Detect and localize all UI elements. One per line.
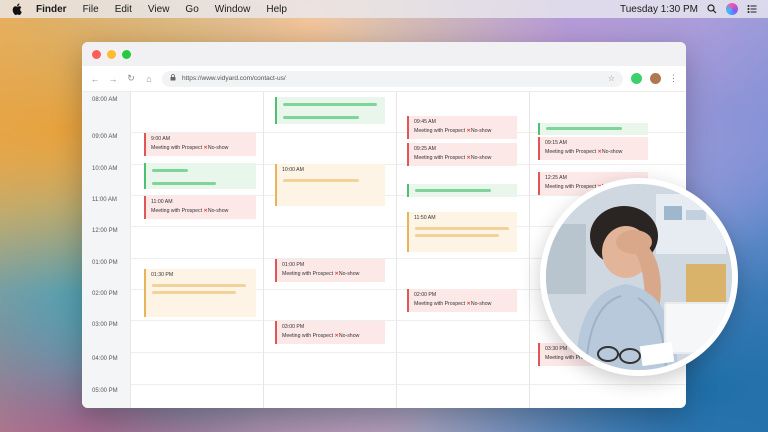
event-title: Meeting with Prospect xyxy=(282,271,334,277)
menu-edit[interactable]: Edit xyxy=(115,4,132,15)
event-title: Meeting with Prospect xyxy=(545,149,597,155)
event-title: Meeting with Prospect xyxy=(414,128,466,134)
time-label: 01:00 PM xyxy=(92,260,118,266)
placeholder-bar xyxy=(283,116,359,119)
bookmark-star-icon[interactable]: ☆ xyxy=(608,74,615,83)
event-status: No-show xyxy=(207,208,229,214)
window-titlebar xyxy=(82,42,686,66)
placeholder-bar xyxy=(283,103,377,106)
placeholder-bar xyxy=(283,179,359,182)
placeholder-bar xyxy=(415,189,491,192)
calendar-event[interactable]: 03:00 PM Meeting with Prospect ✕No-show xyxy=(275,321,385,344)
event-title: Meeting with Prospect xyxy=(151,208,203,214)
event-title: Meeting with Prospect xyxy=(282,333,334,339)
placeholder-bar xyxy=(152,291,236,294)
time-label: 03:00 PM xyxy=(92,322,118,328)
event-time: 10:00 AM xyxy=(282,167,304,173)
calendar-event-placeholder[interactable] xyxy=(144,163,256,189)
event-title: Meeting with Prospect xyxy=(545,184,597,190)
menu-help[interactable]: Help xyxy=(266,4,287,15)
calendar-event[interactable]: 10:00 AM xyxy=(275,164,385,206)
calendar-event[interactable]: 02:00 PM Meeting with Prospect ✕No-show xyxy=(407,289,517,312)
calendar-event[interactable]: 9:00 AM Meeting with Prospect ✕No-show xyxy=(144,133,256,156)
calendar-event[interactable]: 11:00 AM Meeting with Prospect ✕No-show xyxy=(144,196,256,219)
event-status: No-show xyxy=(470,301,492,307)
event-time: 02:00 PM xyxy=(414,292,437,298)
event-time: 11:00 AM xyxy=(151,199,173,205)
person-illustration xyxy=(546,184,732,370)
calendar-event-placeholder[interactable] xyxy=(538,123,648,135)
siri-icon[interactable] xyxy=(726,3,738,15)
home-icon[interactable]: ⌂ xyxy=(144,74,154,84)
calendar-event-placeholder[interactable] xyxy=(407,184,517,197)
extension-icon[interactable] xyxy=(631,73,642,84)
menubar-clock[interactable]: Tuesday 1:30 PM xyxy=(620,4,698,15)
event-time: 09:45 AM xyxy=(414,119,436,125)
placeholder-bar xyxy=(152,169,188,172)
event-time: 9:00 AM xyxy=(151,136,171,142)
time-label: 02:00 PM xyxy=(92,291,118,297)
reload-icon[interactable]: ↻ xyxy=(126,73,136,84)
time-label: 05:00 PM xyxy=(92,388,118,394)
time-label: 10:00 AM xyxy=(92,166,118,172)
placeholder-bar xyxy=(152,284,246,287)
event-status: No-show xyxy=(338,271,360,277)
event-time: 03:00 PM xyxy=(282,324,305,330)
event-title: Meeting with Prospect xyxy=(151,145,203,151)
placeholder-bar xyxy=(152,182,216,185)
menu-go[interactable]: Go xyxy=(185,4,198,15)
menu-view[interactable]: View xyxy=(148,4,170,15)
calendar-event[interactable]: 01:30 PM xyxy=(144,269,256,317)
back-arrow-icon[interactable]: ← xyxy=(90,74,100,84)
event-time: 01:00 PM xyxy=(282,262,305,268)
event-title: Meeting with Prospect xyxy=(414,155,466,161)
lock-icon xyxy=(170,74,176,83)
calendar-event[interactable]: 01:00 PM Meeting with Prospect ✕No-show xyxy=(275,259,385,282)
search-icon[interactable] xyxy=(706,3,718,15)
menu-bar: Finder File Edit View Go Window Help Tue… xyxy=(0,0,768,18)
calendar-event[interactable]: 09:15 AM Meeting with Prospect ✕No-show xyxy=(538,137,648,160)
browser-toolbar: ← → ↻ ⌂ https://www.vidyard.com/contact-… xyxy=(82,66,686,92)
event-time: 09:25 AM xyxy=(414,146,436,152)
apple-icon[interactable] xyxy=(12,3,24,15)
close-window-button[interactable] xyxy=(92,49,101,59)
event-status: No-show xyxy=(338,333,360,339)
placeholder-bar xyxy=(415,227,509,230)
calendar-event[interactable]: 09:45 AM Meeting with Prospect ✕No-show xyxy=(407,116,517,139)
address-bar[interactable]: https://www.vidyard.com/contact-us/ ☆ xyxy=(162,70,623,87)
placeholder-bar xyxy=(546,127,622,130)
time-label: 04:00 PM xyxy=(92,356,118,362)
event-time: 01:30 PM xyxy=(151,272,174,278)
menu-window[interactable]: Window xyxy=(215,4,251,15)
event-title: Meeting with Prospect xyxy=(414,301,466,307)
time-label: 09:00 AM xyxy=(92,134,118,140)
menu-app-name[interactable]: Finder xyxy=(36,4,67,15)
event-status: No-show xyxy=(207,145,229,151)
time-label: 11:00 AM xyxy=(92,197,117,203)
time-label: 08:00 AM xyxy=(92,97,118,103)
zoom-window-button[interactable] xyxy=(122,49,131,59)
url-text[interactable]: https://www.vidyard.com/contact-us/ xyxy=(182,75,602,82)
time-column: 08:00 AM 09:00 AM 10:00 AM 11:00 AM 12:0… xyxy=(82,92,130,408)
minimize-window-button[interactable] xyxy=(107,49,116,59)
event-status: No-show xyxy=(601,149,623,155)
event-time: 09:15 AM xyxy=(545,140,567,146)
photo-image xyxy=(546,184,732,370)
control-center-icon[interactable] xyxy=(746,3,758,15)
time-label: 12:00 PM xyxy=(92,228,118,234)
more-menu-icon[interactable]: ⋮ xyxy=(669,73,678,84)
stressed-person-photo xyxy=(540,178,738,376)
avatar[interactable] xyxy=(650,73,661,84)
placeholder-bar xyxy=(415,234,499,237)
calendar-event[interactable]: 09:25 AM Meeting with Prospect ✕No-show xyxy=(407,143,517,166)
event-status: No-show xyxy=(470,155,492,161)
event-time: 11:50 AM xyxy=(414,215,436,221)
day-column-2 xyxy=(263,92,396,408)
calendar-event[interactable]: 11:50 AM xyxy=(407,212,517,252)
forward-arrow-icon[interactable]: → xyxy=(108,74,118,84)
calendar-event-placeholder[interactable] xyxy=(275,97,385,124)
event-status: No-show xyxy=(470,128,492,134)
menu-file[interactable]: File xyxy=(83,4,99,15)
